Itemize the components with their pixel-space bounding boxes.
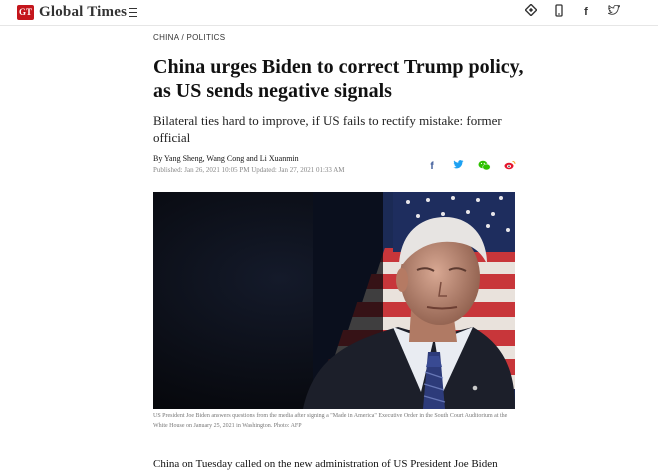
top-navigation-bar: GT Global Times f [0,0,658,26]
article-publish-dates: Published: Jan 26, 2021 10:05 PM Updated… [153,166,345,174]
share-twitter-icon[interactable] [451,160,465,174]
twitter-icon[interactable] [606,4,622,20]
mobile-icon[interactable] [551,4,567,20]
share-facebook-icon[interactable]: f [425,160,439,174]
app-icon[interactable] [523,3,539,20]
photo-caption: US President Joe Biden answers questions… [153,413,508,429]
global-times-logo-badge[interactable]: GT [17,5,34,20]
article-subheadline: Bilateral ties hard to improve, if US fa… [153,113,502,145]
article-byline: By Yang Sheng, Wang Cong and Li Xuanmin [153,154,299,163]
share-weibo-icon[interactable] [503,160,517,174]
global-times-logo-text[interactable]: Global Times [39,4,127,21]
hamburger-menu-icon[interactable] [127,5,139,19]
article-photo-biden [153,192,515,409]
facebook-icon[interactable]: f [578,4,594,20]
article-headline: China urges Biden to correct Trump polic… [153,56,524,102]
article-body-first-line: China on Tuesday called on the new admin… [153,458,498,470]
article-category-breadcrumb[interactable]: CHINA / POLITICS [153,33,225,42]
share-wechat-icon[interactable] [477,160,491,174]
